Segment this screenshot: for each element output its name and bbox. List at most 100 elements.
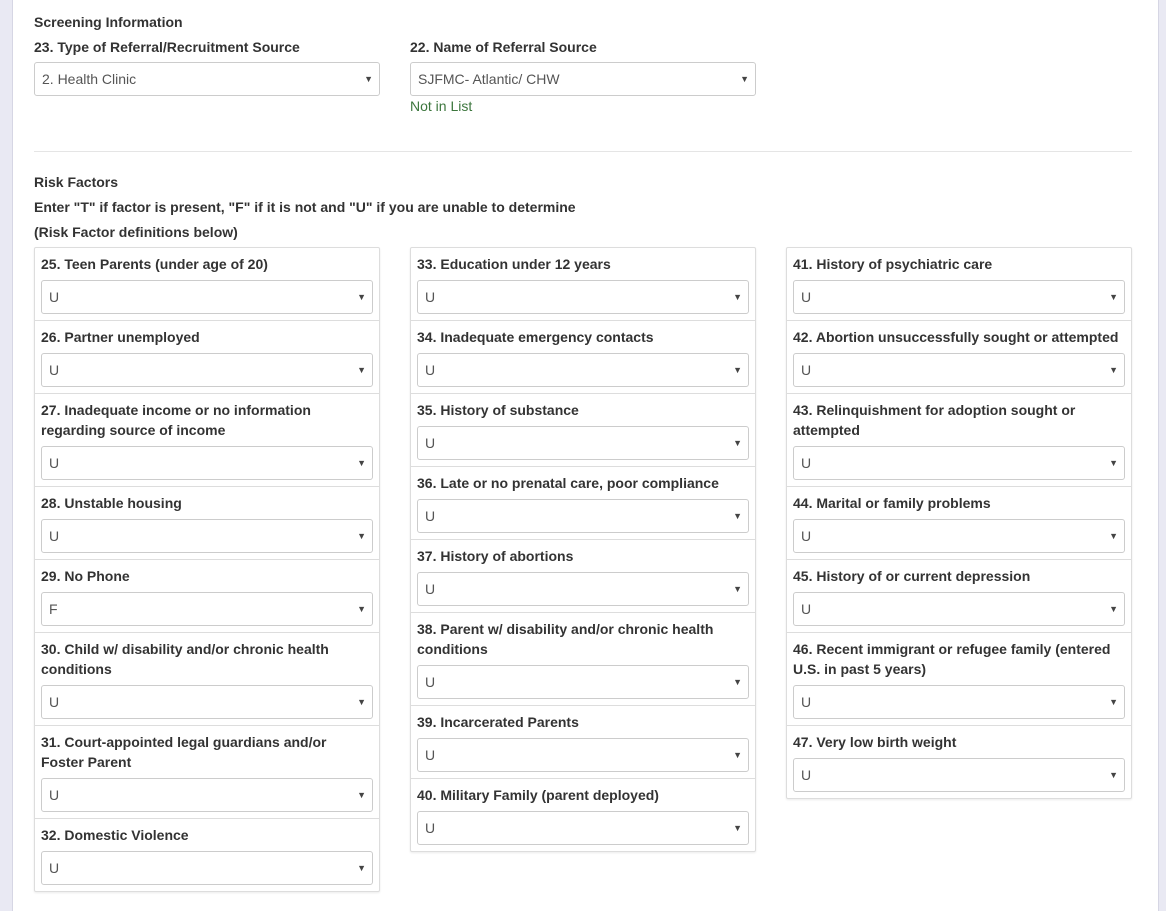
caret-down-icon: ▼ xyxy=(357,863,366,873)
risk-factor-label: 29. No Phone xyxy=(41,568,130,584)
section-divider xyxy=(34,151,1132,152)
risk-factor-label: 35. History of substance xyxy=(417,402,579,418)
risk-factor-label: 32. Domestic Violence xyxy=(41,827,189,843)
risk-factor-label: 36. Late or no prenatal care, poor compl… xyxy=(417,475,719,491)
risk-factor-item: 33. Education under 12 years U ▼ xyxy=(411,248,755,321)
risk-factor-select[interactable]: U ▼ xyxy=(41,280,373,314)
risk-factor-item: 45. History of or current depression U ▼ xyxy=(787,560,1131,633)
risk-factor-item: 31. Court-appointed legal guardians and/… xyxy=(35,726,379,819)
risk-factor-item: 38. Parent w/ disability and/or chronic … xyxy=(411,613,755,706)
risk-factor-select[interactable]: U ▼ xyxy=(41,778,373,812)
caret-down-icon: ▼ xyxy=(357,292,366,302)
risk-column-1: 25. Teen Parents (under age of 20) U ▼ 26… xyxy=(34,247,380,892)
referral-name-label: 22. Name of Referral Source xyxy=(410,39,597,55)
risk-factor-value: U xyxy=(49,289,60,305)
risk-factor-value: U xyxy=(425,674,436,690)
risk-factor-value: U xyxy=(49,362,60,378)
risk-factor-value: U xyxy=(425,435,436,451)
referral-type-select[interactable]: 2. Health Clinic ▼ xyxy=(34,62,380,96)
risk-factor-label: 46. Recent immigrant or refugee family (… xyxy=(793,641,1111,677)
risk-factor-item: 46. Recent immigrant or refugee family (… xyxy=(787,633,1131,726)
risk-factor-item: 28. Unstable housing U ▼ xyxy=(35,487,379,560)
caret-down-icon: ▼ xyxy=(733,584,742,594)
risk-factor-value: U xyxy=(801,528,812,544)
caret-down-icon: ▼ xyxy=(1109,604,1118,614)
risk-factor-value: F xyxy=(49,601,58,617)
risk-factor-select[interactable]: U ▼ xyxy=(417,811,749,845)
risk-factor-value: U xyxy=(49,787,60,803)
risk-factor-select[interactable]: U ▼ xyxy=(793,758,1125,792)
risk-factor-select[interactable]: U ▼ xyxy=(41,446,373,480)
risk-factor-label: 43. Relinquishment for adoption sought o… xyxy=(793,402,1076,438)
caret-down-icon: ▼ xyxy=(733,750,742,760)
risk-factor-select[interactable]: U ▼ xyxy=(417,572,749,606)
risk-factor-select[interactable]: U ▼ xyxy=(417,665,749,699)
caret-down-icon: ▼ xyxy=(1109,770,1118,780)
caret-down-icon: ▼ xyxy=(357,458,366,468)
risk-factor-value: U xyxy=(801,455,812,471)
risk-factor-item: 27. Inadequate income or no information … xyxy=(35,394,379,487)
risk-factor-select[interactable]: U ▼ xyxy=(417,499,749,533)
risk-factor-select[interactable]: U ▼ xyxy=(41,519,373,553)
caret-down-icon: ▼ xyxy=(357,697,366,707)
risk-factor-select[interactable]: U ▼ xyxy=(417,280,749,314)
risk-factor-label: 31. Court-appointed legal guardians and/… xyxy=(41,734,327,770)
risk-factor-value: U xyxy=(425,820,436,836)
risk-factor-select[interactable]: U ▼ xyxy=(41,851,373,885)
risk-factor-item: 39. Incarcerated Parents U ▼ xyxy=(411,706,755,779)
risk-factor-item: 42. Abortion unsuccessfully sought or at… xyxy=(787,321,1131,394)
risk-factor-item: 43. Relinquishment for adoption sought o… xyxy=(787,394,1131,487)
risk-factors-heading: Risk Factors xyxy=(34,174,119,190)
risk-factor-select[interactable]: U ▼ xyxy=(793,353,1125,387)
caret-down-icon: ▼ xyxy=(357,790,366,800)
risk-factor-value: U xyxy=(801,362,812,378)
referral-name-value: SJFMC- Atlantic/ CHW xyxy=(418,71,560,87)
risk-factor-item: 35. History of substance U ▼ xyxy=(411,394,755,467)
caret-down-icon: ▼ xyxy=(1109,365,1118,375)
risk-factor-label: 47. Very low birth weight xyxy=(793,734,957,750)
risk-column-2: 33. Education under 12 years U ▼ 34. Inad… xyxy=(410,247,756,852)
screening-heading: Screening Information xyxy=(34,14,183,30)
referral-type-label: 23. Type of Referral/Recruitment Source xyxy=(34,39,300,55)
risk-factor-value: U xyxy=(425,581,436,597)
not-in-list-link[interactable]: Not in List xyxy=(410,96,472,116)
form-panel: Screening Information 23. Type of Referr… xyxy=(12,0,1159,911)
caret-down-icon: ▼ xyxy=(1109,292,1118,302)
risk-factor-value: U xyxy=(425,747,436,763)
caret-down-icon: ▼ xyxy=(733,292,742,302)
risk-factor-item: 44. Marital or family problems U ▼ xyxy=(787,487,1131,560)
caret-down-icon: ▼ xyxy=(357,365,366,375)
risk-factor-select[interactable]: U ▼ xyxy=(41,685,373,719)
risk-factor-value: U xyxy=(49,528,60,544)
risk-factor-label: 25. Teen Parents (under age of 20) xyxy=(41,256,268,272)
risk-factor-item: 40. Military Family (parent deployed) U ▼ xyxy=(411,779,755,851)
risk-factor-select[interactable]: U ▼ xyxy=(793,446,1125,480)
risk-factor-label: 41. History of psychiatric care xyxy=(793,256,993,272)
risk-factor-select[interactable]: U ▼ xyxy=(793,519,1125,553)
risk-factor-value: U xyxy=(425,289,436,305)
risk-definitions-note: (Risk Factor definitions below) xyxy=(34,224,238,240)
risk-factor-select[interactable]: F ▼ xyxy=(41,592,373,626)
risk-factor-item: 32. Domestic Violence U ▼ xyxy=(35,819,379,891)
referral-name-select[interactable]: SJFMC- Atlantic/ CHW ▼ xyxy=(410,62,756,96)
caret-down-icon: ▼ xyxy=(733,438,742,448)
risk-factor-label: 28. Unstable housing xyxy=(41,495,182,511)
risk-factor-item: 36. Late or no prenatal care, poor compl… xyxy=(411,467,755,540)
risk-factor-select[interactable]: U ▼ xyxy=(41,353,373,387)
risk-factor-label: 39. Incarcerated Parents xyxy=(417,714,579,730)
risk-factor-label: 42. Abortion unsuccessfully sought or at… xyxy=(793,329,1119,345)
risk-factor-select[interactable]: U ▼ xyxy=(793,280,1125,314)
risk-factor-value: U xyxy=(801,289,812,305)
risk-factor-select[interactable]: U ▼ xyxy=(417,426,749,460)
caret-down-icon: ▼ xyxy=(740,74,749,84)
risk-factor-label: 37. History of abortions xyxy=(417,548,574,564)
risk-instructions: Enter "T" if factor is present, "F" if i… xyxy=(34,199,576,215)
risk-factor-select[interactable]: U ▼ xyxy=(417,738,749,772)
risk-factor-label: 38. Parent w/ disability and/or chronic … xyxy=(417,621,714,657)
risk-factor-item: 26. Partner unemployed U ▼ xyxy=(35,321,379,394)
risk-factor-select[interactable]: U ▼ xyxy=(793,685,1125,719)
caret-down-icon: ▼ xyxy=(733,365,742,375)
risk-factor-select[interactable]: U ▼ xyxy=(417,353,749,387)
risk-factor-item: 29. No Phone F ▼ xyxy=(35,560,379,633)
risk-factor-select[interactable]: U ▼ xyxy=(793,592,1125,626)
